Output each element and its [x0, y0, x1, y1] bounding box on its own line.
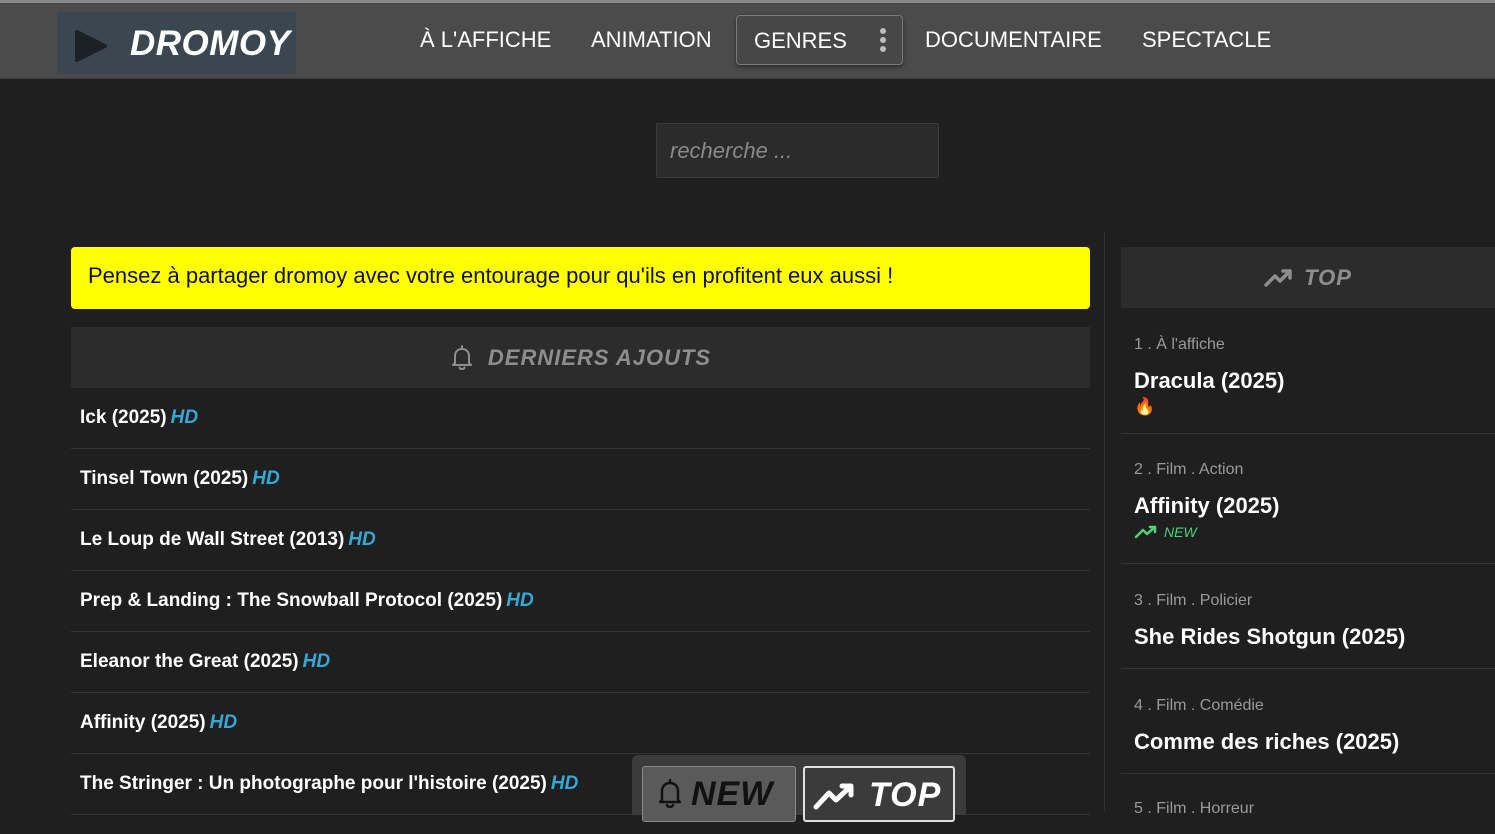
list-item[interactable]: Tinsel Town (2025) HD: [71, 449, 1090, 510]
movie-title: Tinsel Town (2025): [80, 468, 249, 489]
bell-icon: [451, 344, 472, 370]
nav-spectacle[interactable]: SPECTACLE: [1142, 27, 1271, 53]
list-item[interactable]: Affinity (2025) HD: [71, 693, 1090, 754]
list-item[interactable]: Eleanor the Great (2025) HD: [71, 632, 1090, 693]
play-logo-icon: [75, 30, 107, 62]
hd-badge: HD: [302, 651, 331, 672]
hd-badge: HD: [506, 590, 534, 611]
top-item[interactable]: 1 . À l'affiche Dracula (2025) 🔥: [1121, 308, 1495, 434]
top-list: 1 . À l'affiche Dracula (2025) 🔥 2 . Fil…: [1121, 308, 1495, 834]
nav-animation[interactable]: ANIMATION: [591, 27, 712, 53]
search-input[interactable]: [656, 123, 939, 178]
list-item[interactable]: Le Loup de Wall Street (2013) HD: [71, 510, 1090, 571]
trending-up-icon: [1134, 525, 1157, 539]
movie-title: Ick (2025): [80, 407, 167, 428]
latest-section-header: DERNIERS AJOUTS: [71, 327, 1090, 388]
top-button-label: TOP: [869, 776, 942, 814]
latest-section-title: DERNIERS AJOUTS: [487, 344, 712, 370]
top-item[interactable]: 4 . Film . Comédie Comme des riches (202…: [1121, 669, 1495, 774]
hd-badge: HD: [170, 407, 199, 428]
movie-title: The Stringer : Un photographe pour l'his…: [80, 773, 547, 794]
top-item[interactable]: 5 . Film . Horreur: [1121, 774, 1495, 834]
new-badge-label: NEW: [1164, 524, 1197, 540]
top-navigation-bar: DROMOY À L'AFFICHE ANIMATION GENRES DOCU…: [0, 0, 1495, 79]
hd-badge: HD: [209, 712, 238, 733]
top-item-category: 4 . Film . Comédie: [1134, 697, 1264, 714]
movie-title: Affinity (2025): [80, 712, 206, 733]
trending-up-icon: [813, 783, 854, 810]
share-notice-banner: Pensez à partager dromoy avec votre ento…: [71, 247, 1090, 309]
column-divider: [1104, 232, 1105, 811]
top-item[interactable]: 2 . Film . Action Affinity (2025) NEW: [1121, 434, 1495, 564]
logo-text: DROMOY: [130, 24, 291, 63]
floating-quick-nav: NEW TOP: [632, 755, 966, 822]
more-vertical-icon: [879, 28, 887, 54]
top-item-category: 2 . Film . Action: [1134, 461, 1244, 478]
top-item-category: 5 . Film . Horreur: [1134, 800, 1255, 817]
movie-title: Eleanor the Great (2025): [80, 651, 299, 672]
top-section-header: TOP: [1121, 247, 1495, 308]
bell-icon: [658, 778, 682, 809]
hd-badge: HD: [550, 773, 579, 794]
top-button[interactable]: TOP: [803, 766, 955, 822]
nav-genres-label: GENRES: [754, 28, 847, 53]
movie-title: Le Loup de Wall Street (2013): [80, 529, 345, 550]
new-button[interactable]: NEW: [642, 766, 796, 822]
top-item-title: She Rides Shotgun (2025): [1134, 624, 1406, 649]
trending-up-icon: [1264, 268, 1292, 287]
top-item-title: Dracula (2025): [1134, 368, 1285, 393]
fire-icon: 🔥: [1134, 397, 1156, 416]
new-button-label: NEW: [691, 775, 774, 813]
top-item-category: 1 . À l'affiche: [1134, 336, 1225, 353]
movie-title: Prep & Landing : The Snowball Protocol (…: [80, 590, 503, 611]
latest-list: Ick (2025) HD Tinsel Town (2025) HD Le Lou…: [71, 388, 1090, 815]
list-item[interactable]: Prep & Landing : The Snowball Protocol (…: [71, 571, 1090, 632]
top-item[interactable]: 3 . Film . Policier She Rides Shotgun (2…: [1121, 564, 1495, 669]
nav-a-laffiche[interactable]: À L'AFFICHE: [420, 27, 551, 53]
new-badge: NEW: [1134, 524, 1495, 540]
site-logo[interactable]: DROMOY: [57, 12, 296, 74]
top-item-category: 3 . Film . Policier: [1134, 592, 1253, 609]
hd-badge: HD: [348, 529, 376, 550]
top-item-title: Comme des riches (2025): [1134, 729, 1400, 754]
nav-documentaire[interactable]: DOCUMENTAIRE: [925, 27, 1102, 53]
hd-badge: HD: [252, 468, 280, 489]
list-item[interactable]: Ick (2025) HD: [71, 388, 1090, 449]
top-item-title: Affinity (2025): [1134, 493, 1280, 518]
top-section-title: TOP: [1304, 264, 1352, 290]
nav-genres-dropdown[interactable]: GENRES: [736, 15, 903, 65]
